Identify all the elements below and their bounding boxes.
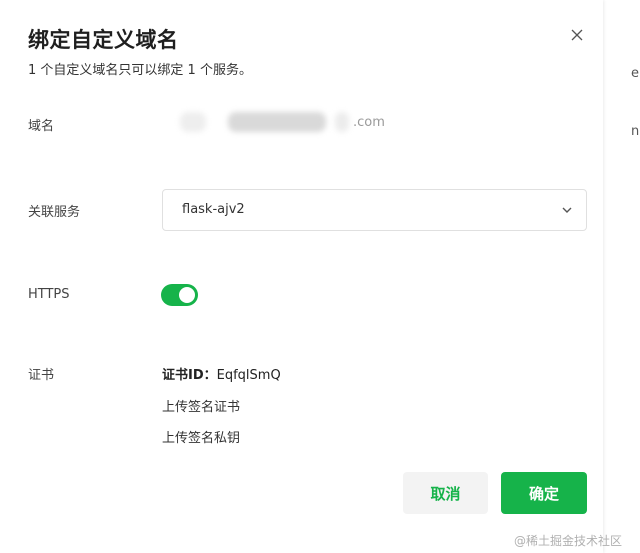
dialog-subtitle: 1 个自定义域名只可以绑定 1 个服务。: [28, 63, 252, 78]
cancel-button[interactable]: 取消: [403, 472, 488, 514]
backdrop-page: er no: [603, 0, 640, 553]
redacted-domain-part: [335, 112, 349, 132]
upload-private-key-link[interactable]: 上传签名私钥: [162, 427, 240, 446]
certificate-id-key: 证书ID：: [162, 368, 217, 383]
https-toggle[interactable]: [161, 284, 198, 306]
watermark: @稀土掘金技术社区: [514, 534, 623, 548]
confirm-button[interactable]: 确定: [501, 472, 587, 514]
backdrop-text-fragment: no: [631, 124, 640, 139]
redacted-domain-part: [228, 112, 326, 132]
domain-suffix: .com: [353, 115, 385, 130]
domain-label: 域名: [28, 119, 55, 134]
service-select-value: flask-ajv2: [182, 202, 245, 217]
chevron-down-icon: [562, 207, 572, 213]
https-label: HTTPS: [28, 287, 70, 302]
certificate-id: 证书ID：EqfqlSmQ: [162, 364, 281, 383]
dialog-title: 绑定自定义域名: [28, 28, 179, 52]
bind-domain-dialog: 绑定自定义域名 1 个自定义域名只可以绑定 1 个服务。 域名 .com 关联服…: [0, 0, 603, 553]
redacted-domain-part: [180, 112, 206, 132]
certificate-id-value: EqfqlSmQ: [216, 368, 281, 383]
close-icon: [571, 29, 583, 41]
upload-certificate-link[interactable]: 上传签名证书: [162, 396, 240, 415]
service-label: 关联服务: [28, 205, 81, 220]
service-select[interactable]: flask-ajv2: [162, 189, 587, 231]
certificate-label: 证书: [28, 368, 55, 383]
backdrop-text-fragment: er: [631, 66, 640, 81]
close-button[interactable]: [566, 24, 588, 46]
toggle-knob: [179, 287, 195, 303]
